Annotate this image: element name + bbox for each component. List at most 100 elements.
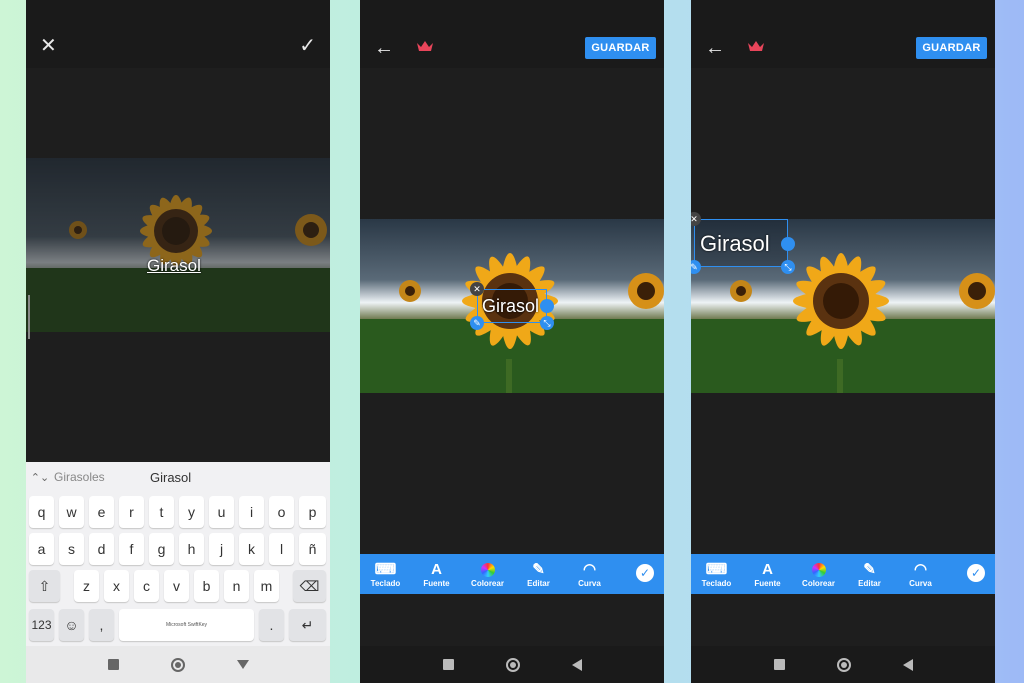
resize-icon[interactable]: ⤡ [781, 260, 795, 274]
save-button[interactable]: GUARDAR [585, 37, 656, 59]
crown-icon[interactable] [747, 39, 765, 53]
key-w[interactable]: w [59, 496, 84, 528]
overlay-text[interactable]: Girasol [700, 231, 770, 257]
tool-font[interactable]: A Fuente [742, 561, 793, 588]
period-key[interactable]: . [259, 609, 284, 641]
key-k[interactable]: k [239, 533, 264, 565]
key-v[interactable]: v [164, 570, 189, 602]
key-h[interactable]: h [179, 533, 204, 565]
status-bar [360, 0, 664, 26]
color-wheel-icon [811, 561, 826, 579]
tool-color[interactable]: Colorear [793, 561, 844, 588]
back-arrow-icon[interactable]: ← [374, 38, 394, 58]
tool-label: Editar [858, 578, 881, 588]
suggestion-1[interactable]: Girasoles [54, 470, 124, 484]
back-icon[interactable] [571, 658, 582, 671]
tool-label: Editar [527, 578, 550, 588]
confirm-check-icon[interactable]: ✓ [967, 564, 985, 582]
key-a[interactable]: a [29, 533, 54, 565]
keyboard-icon: ⌨ [705, 560, 728, 578]
rotate-handle[interactable] [540, 299, 554, 313]
tool-edit[interactable]: ✎ Editar [844, 561, 895, 588]
phone-panel-text-centered: ← GUARDAR Girasol ✕ ✎ ⤡ ⌨ Teclado A Fuen… [360, 0, 664, 683]
save-button[interactable]: GUARDAR [916, 37, 987, 59]
numbers-key[interactable]: 123 [29, 609, 54, 641]
suggestion-2[interactable]: Girasol [150, 470, 191, 485]
key-p[interactable]: p [299, 496, 326, 528]
tool-label: Colorear [802, 578, 835, 588]
tool-keyboard[interactable]: ⌨ Teclado [360, 561, 411, 588]
overlay-text[interactable]: Girasol [147, 256, 201, 276]
tool-label: Fuente [754, 578, 781, 588]
back-icon[interactable] [902, 658, 913, 671]
key-r[interactable]: r [119, 496, 144, 528]
tool-label: Curva [578, 578, 601, 588]
keyboard: ⌃⌄ Girasoles Girasol q w e r t y u i o p… [26, 462, 330, 646]
sunflower-photo [26, 158, 330, 332]
tool-color[interactable]: Colorear [462, 561, 513, 588]
curve-icon: ◠ [582, 560, 597, 578]
key-m[interactable]: m [254, 570, 279, 602]
home-icon[interactable] [505, 657, 520, 672]
key-l[interactable]: l [269, 533, 294, 565]
shift-key[interactable]: ⇧ [29, 570, 60, 602]
font-icon: A [431, 560, 442, 578]
tool-label: Curva [909, 578, 932, 588]
comma-key[interactable]: , [89, 609, 114, 641]
recents-icon[interactable] [107, 659, 119, 670]
key-n-tilde[interactable]: ñ [299, 533, 326, 565]
key-i[interactable]: i [239, 496, 264, 528]
key-g[interactable]: g [149, 533, 174, 565]
key-u[interactable]: u [209, 496, 234, 528]
tool-curve[interactable]: ◠ Curva [564, 561, 615, 588]
tool-curve[interactable]: ◠ Curva [895, 561, 946, 588]
emoji-key[interactable]: ☺ [59, 609, 84, 641]
key-z[interactable]: z [74, 570, 99, 602]
key-d[interactable]: d [89, 533, 114, 565]
key-b[interactable]: b [194, 570, 219, 602]
phone-panel-text-input: ✕ ✓ Girasol ⌃⌄ Girasoles Girasol q w e r… [26, 0, 330, 683]
key-o[interactable]: o [269, 496, 294, 528]
home-icon[interactable] [836, 657, 851, 672]
key-s[interactable]: s [59, 533, 84, 565]
key-j[interactable]: j [209, 533, 234, 565]
close-icon[interactable]: ✕ [40, 36, 57, 56]
back-arrow-icon[interactable]: ← [705, 38, 725, 58]
key-f[interactable]: f [119, 533, 144, 565]
recents-icon[interactable] [442, 659, 454, 670]
key-e[interactable]: e [89, 496, 114, 528]
tool-font[interactable]: A Fuente [411, 561, 462, 588]
back-icon[interactable] [236, 660, 249, 669]
home-icon[interactable] [170, 657, 185, 672]
recents-icon[interactable] [773, 659, 785, 670]
suggestion-bar: ⌃⌄ Girasoles Girasol [26, 462, 330, 492]
enter-key[interactable]: ↵ [289, 609, 326, 641]
backspace-key[interactable]: ⌫ [293, 570, 326, 602]
check-icon[interactable]: ✓ [299, 36, 316, 56]
key-q[interactable]: q [29, 496, 54, 528]
top-bar [26, 26, 330, 68]
nav-bar [26, 646, 330, 683]
curve-icon: ◠ [913, 560, 928, 578]
overlay-text[interactable]: Girasol [482, 296, 539, 317]
key-n[interactable]: n [224, 570, 249, 602]
key-t[interactable]: t [149, 496, 174, 528]
rotate-handle[interactable] [781, 237, 795, 251]
delete-text-icon[interactable]: ✕ [470, 282, 484, 296]
key-x[interactable]: x [104, 570, 129, 602]
phone-panel-text-moved: ← GUARDAR Girasol ✕ ✎ ⤡ ⌨ Teclado A Fuen… [691, 0, 995, 683]
space-key[interactable]: Microsoft SwiftKey [119, 609, 254, 641]
edit-text-icon[interactable]: ✎ [470, 316, 484, 330]
key-c[interactable]: c [134, 570, 159, 602]
space-label: Microsoft SwiftKey [165, 622, 208, 628]
key-y[interactable]: y [179, 496, 204, 528]
font-icon: A [762, 560, 773, 578]
tool-keyboard[interactable]: ⌨ Teclado [691, 561, 742, 588]
confirm-check-icon[interactable]: ✓ [636, 564, 654, 582]
status-bar [26, 0, 330, 26]
tool-edit[interactable]: ✎ Editar [513, 561, 564, 588]
resize-icon[interactable]: ⤡ [540, 316, 554, 330]
expand-icon[interactable]: ⌃⌄ [26, 471, 54, 484]
sunflower-image [26, 158, 330, 332]
crown-icon[interactable] [416, 39, 434, 53]
